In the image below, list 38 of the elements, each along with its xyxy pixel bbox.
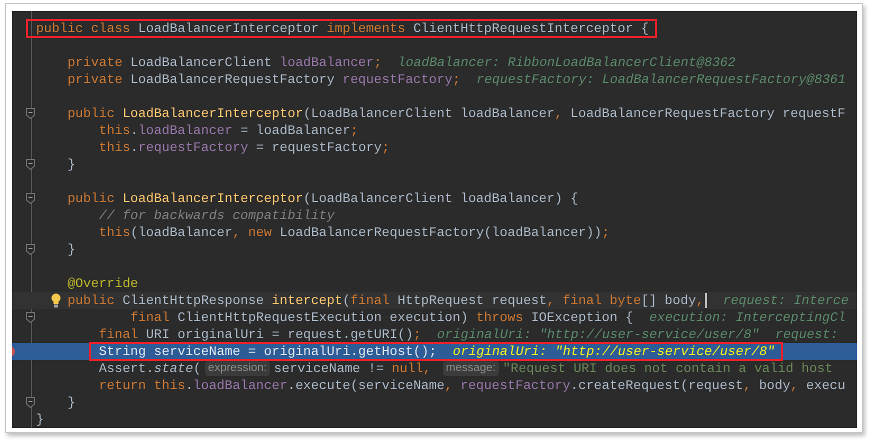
code-text: final ClientHttpRequestExecution execution) throws IOException { [130,309,634,326]
code-text: public LoadBalancerInterceptor(LoadBalancerClient loadBalancer) { [67,190,578,207]
code-text: serviceName != null, [274,360,432,377]
code-text: } [36,411,44,428]
inline-value-hint: originalUri: "http://user-service/user/8" [452,343,775,360]
fold-marker-icon[interactable] [26,397,35,408]
parameter-hint: message: [442,361,499,376]
inline-value-hint: request: Interce [722,292,849,309]
code-text: "Request URI does not contain a valid host [502,360,833,377]
inline-value-hint: originalUri: "http://user-service/user/8" [437,326,760,343]
code-text: this.requestFactory = requestFactory; [98,139,390,156]
code-text: private LoadBalancerClient loadBalancer; [67,54,382,71]
inline-value-hint: loadBalancer: RibbonLoadBalancerClient@8362 [398,54,736,71]
code-text: public class LoadBalancerInterceptor implements ClientHttpRequestInterceptor { [36,20,649,37]
code-text: public LoadBalancerInterceptor(LoadBalancerClient loadBalancer, LoadBalancerRequestFactory requestF [67,105,846,122]
code-text: } [67,394,76,411]
code-text: } [67,156,76,173]
code-text: @Override [67,275,138,292]
code-text: this.loadBalancer = loadBalancer; [98,122,358,139]
inline-value-hint: execution: InterceptingCl [649,309,846,326]
code-text: private LoadBalancerRequestFactory requestFactory; [67,71,460,88]
code-text: this(loadBalancer, new LoadBalancerRequestFactory(loadBalancer)); [98,224,610,241]
fold-marker-icon[interactable] [26,159,35,170]
fold-marker-icon[interactable] [26,312,35,323]
fold-marker-icon[interactable] [26,193,35,204]
code-text: // for backwards compatibility [98,207,335,224]
code-text: String serviceName = originalUri.getHost(); [98,343,437,360]
lightbulb-icon[interactable] [51,293,61,308]
parameter-hint: expression: [205,361,270,376]
code-text: } [67,241,76,258]
fold-marker-icon[interactable] [26,244,35,255]
code-text: Assert.state( [98,360,202,377]
code-text: final URI originalUri = request.getURI(); [98,326,422,343]
code-text: return this.loadBalancer.execute(serviceName, requestFactory.createRequest(request, body, execu [98,377,846,394]
inline-value-hint: request: [775,326,838,343]
fold-marker-icon[interactable] [26,108,35,119]
inline-value-hint: requestFactory: LoadBalancerRequestFactory@8361 [476,71,846,88]
code-text: public ClientHttpResponse intercept(final HttpRequest request, final byte[] body, [67,292,704,309]
